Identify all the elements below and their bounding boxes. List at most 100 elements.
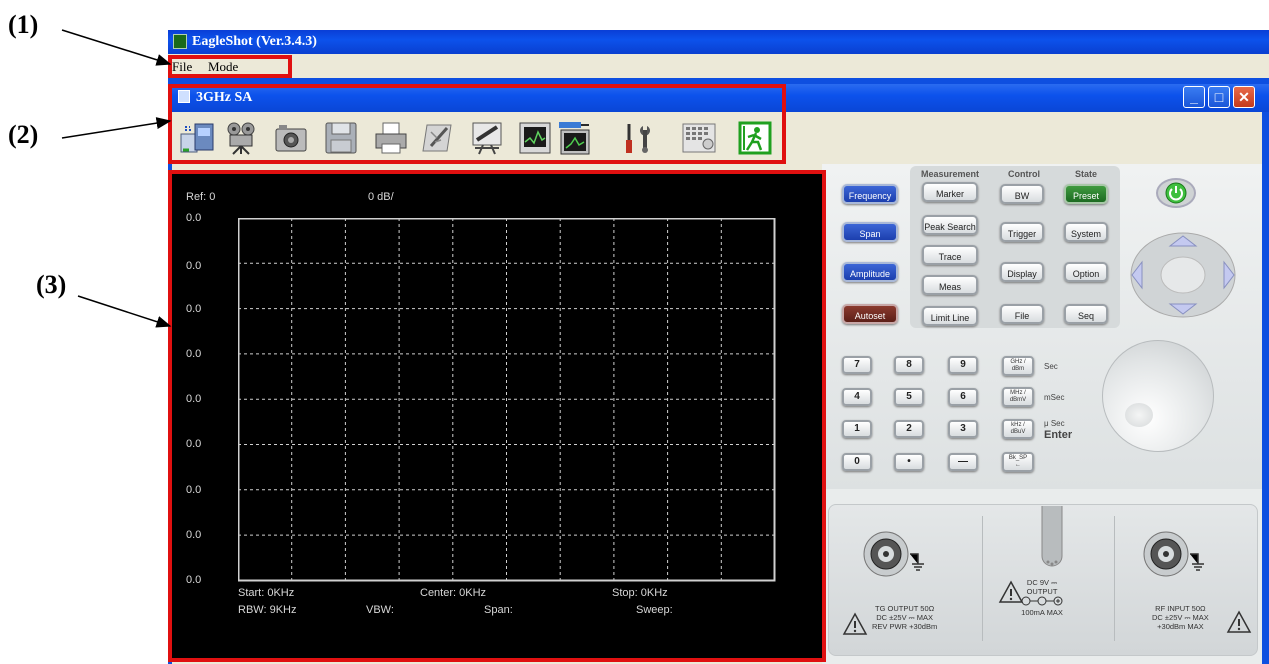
power-button[interactable] [1156, 178, 1196, 208]
knob-dimple [1125, 403, 1153, 427]
tg-output-label: TG OUTPUT 50Ω DC ±25V ⎓ MAX REV PWR +30dBm [872, 604, 938, 631]
rbw-label: RBW: 9KHz [238, 604, 297, 616]
annotation-label-3: (3) [36, 270, 67, 299]
menu-mode[interactable]: Mode [208, 59, 238, 75]
child-window-icon [178, 90, 190, 103]
peak-search-button[interactable]: Peak Search [922, 215, 978, 235]
y-axis-label-7: 0.0 [186, 484, 202, 496]
y-axis-label-3: 0.0 [186, 303, 202, 315]
key-6[interactable]: 6 [948, 388, 978, 406]
close-button[interactable]: ✕ [1233, 86, 1255, 108]
file-button[interactable]: File [1000, 304, 1044, 324]
trigger-button[interactable]: Trigger [1000, 222, 1044, 242]
limit-line-button[interactable]: Limit Line [922, 306, 978, 326]
print-icon[interactable] [372, 119, 410, 157]
y-axis-label-1: 0.0 [186, 212, 202, 224]
edit-icon[interactable] [420, 119, 458, 157]
annotation-arrow-2 [61, 117, 172, 139]
meas-button[interactable]: Meas [922, 275, 978, 295]
app-title-bar: EagleShot (Ver.3.4.3) [168, 30, 1269, 54]
menu-file[interactable]: File [172, 59, 192, 75]
span-button[interactable]: Span [842, 222, 898, 242]
key-9[interactable]: 9 [948, 356, 978, 374]
unit-ghz-button[interactable]: GHz / dBm [1002, 356, 1034, 376]
polarity-icon [1021, 596, 1063, 606]
center-freq-label: Center: 0KHz [420, 587, 487, 599]
keyboard-icon[interactable] [680, 119, 718, 157]
tg-output-connector [863, 531, 924, 577]
power-icon [1165, 182, 1187, 204]
msec-label: mSec [1044, 393, 1065, 402]
save-icon[interactable] [322, 119, 360, 157]
menu-bar: File Mode [168, 54, 1269, 79]
annotation-label-2: (2) [8, 120, 39, 149]
graticule [238, 218, 776, 582]
trace-button[interactable]: Trace [922, 245, 978, 265]
chalkboard-icon[interactable] [468, 119, 506, 157]
ground-icon [910, 553, 924, 571]
warning-icon [1226, 610, 1252, 633]
vbw-label: VBW: [366, 604, 394, 616]
video-record-icon[interactable] [222, 119, 260, 157]
camera-icon[interactable] [272, 119, 310, 157]
rotary-knob[interactable] [1102, 340, 1214, 452]
start-freq-label: Start: 0KHz [238, 587, 295, 599]
connector-divider-1 [982, 516, 983, 641]
y-axis-label-8: 0.0 [186, 529, 202, 541]
rf-input-label: RF INPUT 50Ω DC ±25V ⎓ MAX +30dBm MAX [1152, 604, 1209, 631]
key-decimal[interactable]: • [894, 453, 924, 471]
autoset-button[interactable]: Autoset [842, 304, 898, 324]
scale-label: 0 dB/ [368, 191, 394, 203]
child-window-title: 3GHz SA [196, 90, 253, 105]
warning-icon [842, 612, 868, 635]
option-button[interactable]: Option [1064, 262, 1108, 282]
ref-level-label: Ref: 0 [186, 191, 216, 203]
ground-icon [1190, 553, 1204, 571]
wrench-screwdriver-icon[interactable] [618, 119, 656, 157]
key-8[interactable]: 8 [894, 356, 924, 374]
unit-mhz-button[interactable]: MHz / dBmV [1002, 387, 1034, 407]
dc-output-cable [1041, 506, 1063, 567]
key-0[interactable]: 0 [842, 453, 872, 471]
state-header: State [1074, 169, 1097, 179]
unit-khz-button[interactable]: kHz / dBuV [1002, 419, 1034, 439]
app-title: EagleShot (Ver.3.4.3) [192, 34, 317, 49]
system-button[interactable]: System [1064, 222, 1108, 242]
key-minus[interactable]: — [948, 453, 978, 471]
key-1[interactable]: 1 [842, 420, 872, 438]
frequency-button[interactable]: Frequency [842, 184, 898, 204]
sweep-label: Sweep: [636, 604, 673, 616]
maximize-button[interactable]: □ [1208, 86, 1230, 108]
y-axis-label-5: 0.0 [186, 393, 202, 405]
annotation-arrow-1 [61, 29, 172, 66]
bw-button[interactable]: BW [1000, 184, 1044, 204]
display-button[interactable]: Display [1000, 262, 1044, 282]
marker-button[interactable]: Marker [922, 182, 978, 202]
span-label: Span: [484, 604, 513, 616]
rf-input-connector [1143, 531, 1204, 577]
backspace-button[interactable]: Bk_SP ← [1002, 452, 1034, 472]
y-axis-label-9: 0.0 [186, 574, 202, 586]
amplitude-button[interactable]: Amplitude [842, 262, 898, 282]
minimize-button[interactable]: _ [1183, 86, 1205, 108]
preset-button[interactable]: Preset [1064, 184, 1108, 204]
measurement-header: Measurement [920, 169, 980, 179]
key-7[interactable]: 7 [842, 356, 872, 374]
monitor-icon[interactable] [516, 119, 554, 157]
chip-signal-icon[interactable] [556, 119, 594, 157]
key-2[interactable]: 2 [894, 420, 924, 438]
seq-button[interactable]: Seq [1064, 304, 1108, 324]
app-icon [173, 34, 187, 49]
stop-freq-label: Stop: 0KHz [612, 587, 668, 599]
connect-icon[interactable] [178, 119, 216, 157]
arrow-keypad[interactable] [1128, 230, 1238, 320]
key-4[interactable]: 4 [842, 388, 872, 406]
key-5[interactable]: 5 [894, 388, 924, 406]
y-axis-label-6: 0.0 [186, 438, 202, 450]
key-3[interactable]: 3 [948, 420, 978, 438]
usec-label: μ Sec [1044, 419, 1065, 428]
toolbar [172, 112, 1262, 164]
y-axis-label-2: 0.0 [186, 260, 202, 272]
sec-label: Sec [1044, 362, 1058, 371]
exit-icon[interactable] [736, 119, 774, 157]
